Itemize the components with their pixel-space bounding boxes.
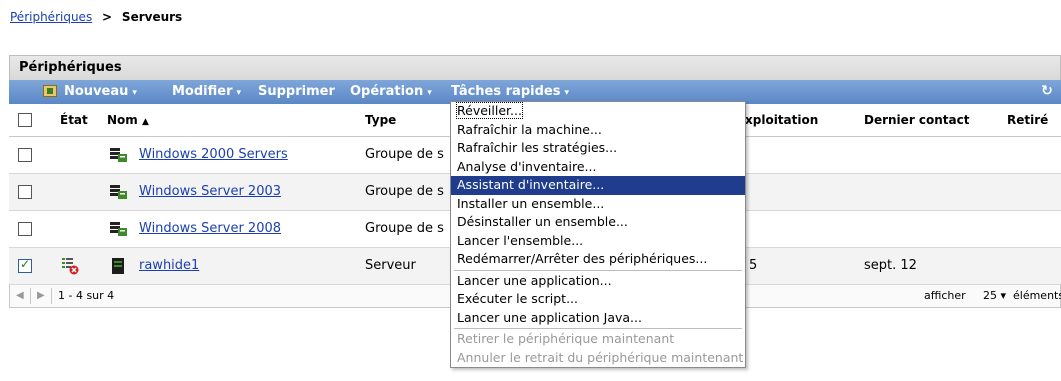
status-error-icon [62,258,79,275]
device-type: Groupe de s [365,147,444,162]
delete-label: Supprimer [258,84,335,99]
column-header-os[interactable]: xploitation [745,104,818,136]
server-group-icon [110,185,127,199]
chevron-down-icon: ▾ [132,88,137,98]
action-menu-button[interactable]: Opération ▾ [350,80,432,105]
chevron-down-icon: ▾ [1000,289,1007,302]
menu-item-run-script[interactable]: Exécuter le script... [451,290,745,309]
server-icon [112,258,124,274]
pager-divider [30,288,31,304]
device-name-link[interactable]: Windows Server 2008 [139,211,281,247]
page-range: 1 - 4 sur 4 [58,289,115,302]
column-header-last-contact[interactable]: Dernier contact [864,104,970,136]
chevron-down-icon: ▾ [564,88,569,98]
new-label: Nouveau [64,84,129,99]
chevron-down-icon: ▾ [236,88,242,98]
quick-tasks-dropdown: Réveiller... Rafraîchir la machine... Ra… [450,101,746,368]
breadcrumb-current: Serveurs [121,10,183,24]
menu-item-restart-shutdown[interactable]: Redémarrer/Arrêter des périphériques... [451,250,745,269]
quick-tasks-label: Tâches rapides [451,84,561,99]
pager-divider [51,288,52,304]
row-checkbox-checked[interactable] [18,257,32,273]
device-name-link[interactable]: Windows Server 2003 [139,174,281,210]
device-name-link[interactable]: Windows 2000 Servers [139,137,288,173]
menu-item-unretire-device: Annuler le retrait du périphérique maint… [457,349,744,365]
menu-item-inventory-scan[interactable]: Analyse d'inventaire... [451,158,745,177]
chevron-down-icon: ▾ [427,88,432,98]
items-label: éléments [1013,289,1061,302]
server-group-icon [110,222,127,236]
edit-label: Modifier [172,84,233,99]
menu-item-refresh-machine[interactable]: Rafraîchir la machine... [451,121,745,140]
column-header-state[interactable]: État [60,104,88,136]
breadcrumb: Périphériques > Serveurs [10,10,182,24]
sort-ascending-icon: ▲ [141,117,149,127]
panel-title: Périphériques [9,55,1061,80]
menu-separator [454,328,742,329]
menu-item-inventory-wizard[interactable]: Assistant d'inventaire... [451,176,745,195]
column-header-name[interactable]: Nom ▲ [107,104,149,138]
delete-button[interactable]: Supprimer [258,80,335,104]
device-type: Groupe de s [365,184,444,199]
menu-item-uninstall-bundle[interactable]: Désinstaller un ensemble... [451,213,745,232]
refresh-icon[interactable]: ↻ [1039,83,1055,99]
breadcrumb-separator: > [102,10,113,24]
menu-item-retire-device: Retirer le périphérique maintenant [457,331,675,346]
menu-item-launch-java-application[interactable]: Lancer une application Java... [451,309,745,328]
folder-up-icon[interactable] [43,85,57,97]
column-header-retired[interactable]: Retiré [1007,104,1048,136]
column-header-type[interactable]: Type [365,104,396,136]
device-last-contact: sept. 12 [864,258,917,273]
device-type: Serveur [365,258,416,273]
device-name-link[interactable]: rawhide1 [139,248,199,284]
row-checkbox[interactable] [18,185,32,199]
server-group-icon [110,148,127,162]
menu-item-label: Réveiller... [456,102,523,119]
menu-item-launch-application[interactable]: Lancer une application... [451,272,745,291]
device-os: 5 [749,258,758,273]
previous-page-icon[interactable]: ◀ [16,285,24,307]
column-name-label: Nom [107,113,138,127]
breadcrumb-devices-link[interactable]: Périphériques [10,10,92,24]
device-type: Groupe de s [365,221,444,236]
next-page-icon[interactable]: ▶ [37,285,45,307]
select-all-checkbox[interactable] [18,113,32,127]
menu-separator [454,269,742,271]
action-label: Opération [350,84,424,99]
menu-item-wake[interactable]: Réveiller... [451,102,745,121]
row-checkbox[interactable] [18,222,32,236]
menu-item-refresh-policies[interactable]: Rafraîchir les stratégies... [451,139,745,158]
menu-item-install-bundle[interactable]: Installer un ensemble... [451,195,745,214]
new-menu-button[interactable]: Nouveau ▾ [64,80,137,105]
edit-menu-button[interactable]: Modifier ▾ [172,80,241,105]
row-checkbox[interactable] [18,148,32,162]
show-label: afficher [924,289,966,302]
page-size-value: 25 [983,289,997,302]
page-size-select[interactable]: 25 ▾ [983,285,1006,307]
menu-item-launch-bundle[interactable]: Lancer l'ensemble... [451,232,745,251]
